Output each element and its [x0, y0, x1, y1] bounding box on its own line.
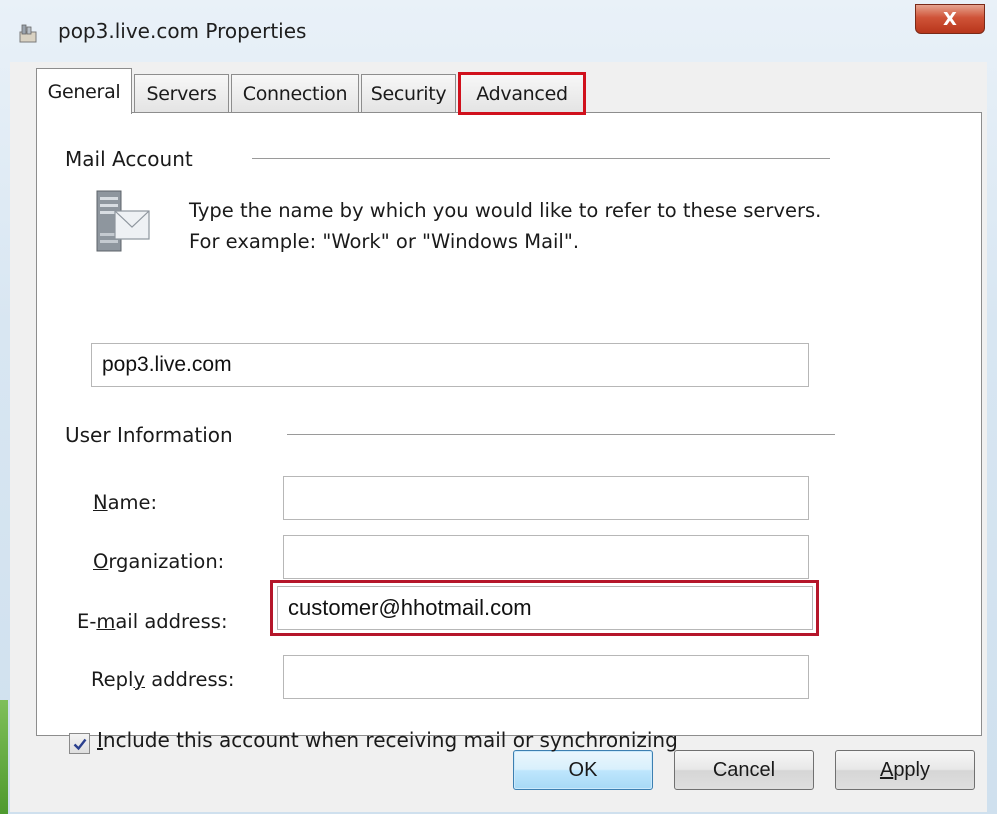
include-account-checkbox[interactable] — [69, 733, 90, 754]
apply-button[interactable]: Apply — [835, 750, 975, 790]
properties-dialog: pop3.live.com Properties X General Serve… — [0, 0, 997, 814]
name-label: Name: — [93, 491, 158, 514]
checkmark-icon — [73, 738, 86, 750]
account-name-input[interactable]: pop3.live.com — [91, 343, 809, 387]
include-account-label[interactable]: Include this account when receiving mail… — [97, 728, 678, 752]
tab-general[interactable]: General — [36, 68, 132, 114]
email-address-highlight — [270, 580, 819, 636]
properties-icon — [19, 24, 37, 43]
window-title: pop3.live.com Properties — [58, 19, 307, 43]
email-address-label: E-mail address: — [77, 610, 228, 633]
title-bar[interactable]: pop3.live.com Properties X — [0, 0, 997, 62]
reply-address-input[interactable] — [283, 655, 809, 699]
name-input[interactable] — [283, 476, 809, 520]
cancel-button[interactable]: Cancel — [674, 750, 814, 790]
mail-account-group-label: Mail Account — [65, 147, 193, 171]
tab-security[interactable]: Security — [361, 74, 456, 112]
user-information-divider — [287, 434, 835, 435]
user-information-group-label: User Information — [65, 423, 233, 447]
mail-account-description: Type the name by which you would like to… — [189, 199, 822, 253]
tab-servers[interactable]: Servers — [134, 74, 229, 112]
advanced-tab-highlight — [458, 72, 586, 115]
close-button[interactable]: X — [915, 4, 985, 34]
reply-address-label: Reply address: — [91, 668, 235, 691]
dialog-client-area: General Servers Connection Security Adva… — [10, 62, 987, 812]
general-tab-panel: Mail Account Type the name by which you … — [36, 112, 982, 754]
organization-input[interactable] — [283, 535, 809, 579]
background-accent — [0, 700, 8, 814]
mail-account-divider — [252, 158, 830, 159]
organization-label: Organization: — [93, 550, 225, 573]
ok-button[interactable]: OK — [513, 750, 653, 790]
tab-connection[interactable]: Connection — [231, 74, 359, 112]
close-icon: X — [943, 8, 957, 30]
mail-server-icon — [96, 190, 150, 252]
